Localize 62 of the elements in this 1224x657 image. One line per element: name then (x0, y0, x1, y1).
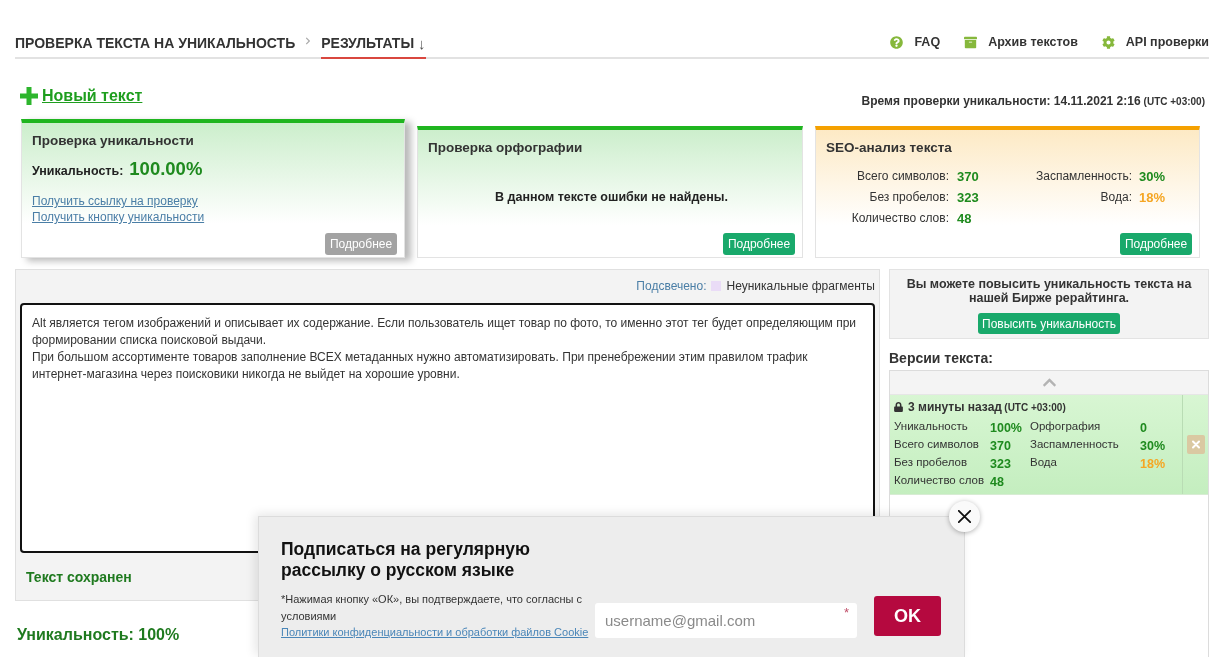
popup-title: Подписаться на регулярную рассылку о русском языке (281, 539, 531, 581)
card-title: SEO-анализ текста (826, 139, 953, 157)
promo-text: Вы можете повысить уникальность текста на нашей Бирже рерайтинга. (905, 277, 1193, 305)
help-icon (890, 35, 904, 49)
legend-label: Подсвечено: (636, 279, 707, 293)
result-card[interactable]: Проверка уникальности Уникальность: 100.00% Получить ссылку на проверку Получить кнопку уникальности Подробнее (21, 119, 405, 258)
version-stat-label: Уникальность (894, 420, 969, 432)
card-link[interactable]: Получить ссылку на проверку (32, 193, 198, 209)
stat-label: Заспамленность: (1034, 168, 1132, 185)
stat-value: 370 (957, 168, 980, 186)
stat-label: Вода: (1099, 189, 1132, 206)
version-time: 3 минуты назад (UTC +03:00) (908, 400, 1066, 414)
uniqueness-value: 100.00% (129, 158, 203, 180)
version-stat-label: Вода (1030, 456, 1058, 468)
version-stat-value: 100% (990, 419, 1023, 435)
check-time: Время проверки уникальности: 14.11.2021 2:16 (UTC +03:00) (861, 93, 1205, 110)
card-link[interactable]: Получить кнопку уникальности (32, 209, 205, 225)
stat-label: Всего символов: (856, 168, 949, 185)
version-stat-value: 0 (1140, 419, 1148, 435)
stat-label: Без пробелов: (868, 189, 949, 206)
new-text-link[interactable]: Новый текст (42, 86, 143, 106)
nav-tab[interactable]: РЕЗУЛЬТАТЫ ↓ (321, 29, 426, 59)
archive-box-icon (964, 35, 978, 49)
save-status: Текст сохранен (26, 568, 132, 585)
stat-label: Количество слов: (850, 210, 949, 227)
ok-button[interactable]: OK (874, 596, 941, 636)
legend-item: Неуникальные фрагменты (726, 279, 875, 293)
versions-title: Версии текста: (889, 349, 994, 367)
result-card[interactable]: Проверка орфографии В данном тексте ошибки не найдены. Подробнее (417, 126, 803, 258)
uniqueness-label: Уникальность: (32, 163, 124, 180)
gear-icon (1101, 35, 1115, 49)
version-stat-label: Заспамленность (1030, 438, 1120, 450)
version-stat-value: 370 (990, 437, 1012, 453)
version-stat-value: 30% (1140, 437, 1167, 453)
nav-link[interactable]: FAQ (890, 35, 941, 49)
version-stat-label: Количество слов (894, 474, 986, 486)
card-title: Проверка уникальности (32, 132, 195, 150)
stat-value: 30% (1139, 168, 1167, 186)
version-stat-value: 323 (990, 455, 1012, 471)
version-stat-label: Орфография (1030, 420, 1102, 432)
close-icon (958, 510, 971, 523)
stat-value: 18% (1139, 189, 1167, 207)
version-item[interactable]: 3 минуты назад (UTC +03:00) Уникальность 100% Орфография 0 Всего символов 370 Заспамленность 30% Без пробелов 323 Вода 18% Количество слов 48 (890, 395, 1208, 495)
nav-link[interactable]: API проверки (1101, 35, 1209, 49)
spelling-message: В данном тексте ошибки не найдены. (494, 189, 729, 205)
consent-text: *Нажимая кнопку «ОК», вы подтверждаете, что согласны с условиями Политики конфиденциальности и обработки файлов Cookie (281, 592, 589, 640)
text-paragraph: Alt является тегом изображений и описывает их содержание. Если пользователь ищет товар по фото, то именно этот тег будет определяющим при формировании списка поисковой выдачи. (32, 315, 858, 349)
required-mark: * (843, 605, 849, 620)
version-stat-label: Всего символов (894, 438, 980, 450)
result-card[interactable]: SEO-анализ текста Всего символов: 370 Без пробелов: 323 Количество слов: 48 Заспамленность: 30% Вода: 18% Подробнее (815, 126, 1200, 258)
text-paragraph: При большом ассортименте товаров заполнение ВСЕХ метаданных нужно автоматизировать. При пренебрежении этим правилом трафик интернет-магазина через поисковики никогда не выйдет на хорошие уровни. (32, 349, 809, 383)
card-title: Проверка орфографии (428, 139, 584, 157)
version-stat-value: 48 (990, 473, 1005, 489)
version-stat-value: 18% (1140, 455, 1167, 471)
stat-value: 48 (957, 210, 973, 228)
uniqueness-result: Уникальность: 100% (17, 625, 180, 645)
nav-tab[interactable]: ПРОВЕРКА ТЕКСТА НА УНИКАЛЬНОСТЬ (15, 29, 296, 59)
chevron-right-icon (304, 37, 313, 45)
plus-icon (20, 87, 38, 105)
stat-value: 323 (957, 189, 980, 207)
version-stat-label: Без пробелов (894, 456, 968, 468)
nav-link[interactable]: Архив текстов (964, 35, 1078, 49)
